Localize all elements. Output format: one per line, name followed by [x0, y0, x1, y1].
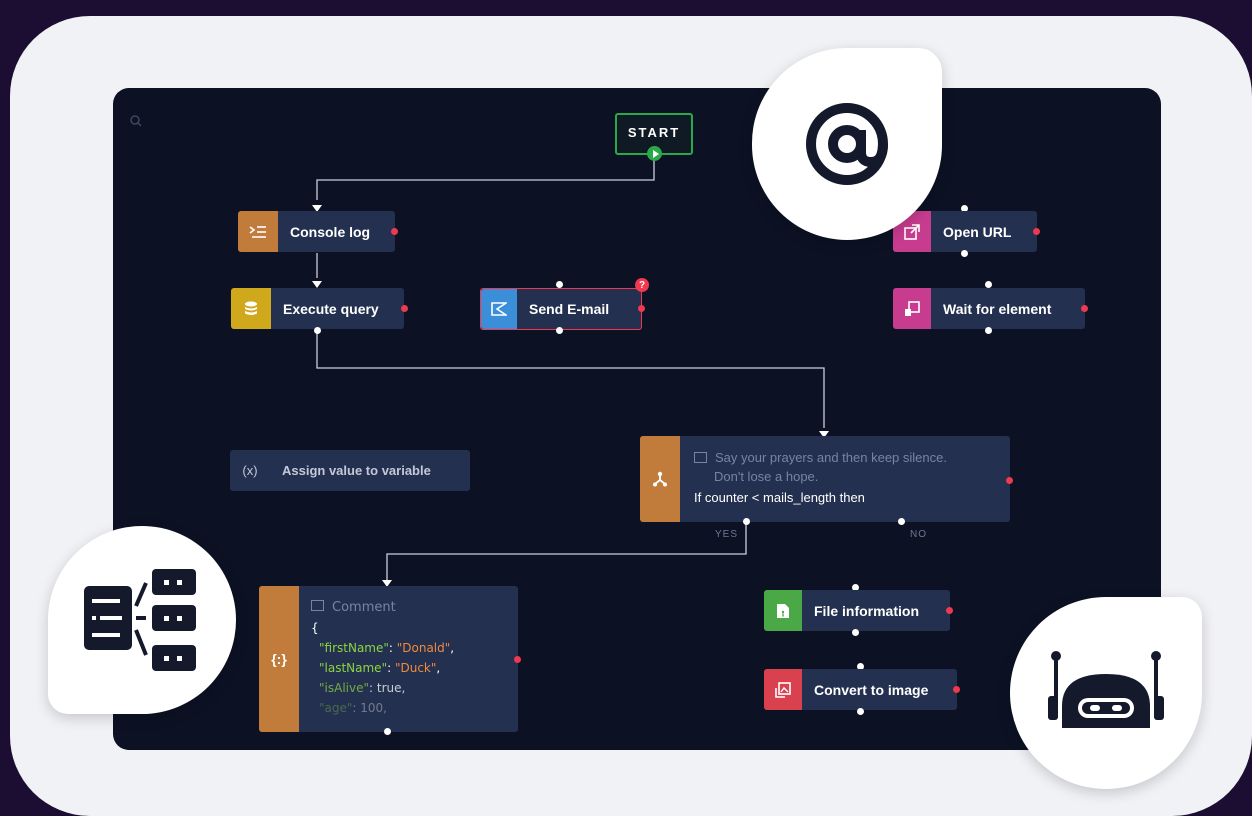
convert-image-icon	[764, 669, 802, 710]
node-label: Send E-mail	[529, 301, 610, 317]
workflow-canvas[interactable]: START Console log Execute query Send E-m…	[113, 88, 1161, 750]
bottom-port[interactable]	[857, 708, 864, 715]
execute-query-node[interactable]: Execute query	[231, 288, 404, 329]
wait-element-icon	[893, 288, 931, 329]
json-icon: {:}	[259, 586, 299, 732]
database-icon	[231, 288, 271, 329]
bottom-port[interactable]	[384, 728, 391, 735]
yes-label: YES	[715, 529, 739, 540]
play-icon[interactable]	[647, 146, 662, 161]
output-port[interactable]	[1033, 228, 1040, 235]
convert-to-image-node[interactable]: Convert to image	[764, 669, 957, 710]
node-label: Assign value to variable	[282, 463, 431, 478]
condition-node[interactable]: Say your prayers and then keep silence. …	[640, 436, 1010, 522]
console-log-node[interactable]: Console log	[238, 211, 395, 252]
arrow-icon	[312, 281, 322, 288]
input-port[interactable]	[985, 281, 992, 288]
output-port[interactable]	[946, 607, 953, 614]
output-port[interactable]	[1081, 305, 1088, 312]
node-label: Convert to image	[814, 681, 929, 698]
yes-port[interactable]	[743, 518, 750, 525]
no-label: NO	[910, 529, 927, 540]
comment-code: Comment { "firstName": "Donald", "lastNa…	[311, 598, 455, 715]
file-info-icon	[764, 590, 802, 631]
output-port[interactable]	[391, 228, 398, 235]
robot-bubble	[1010, 597, 1202, 789]
send-email-icon	[481, 289, 517, 329]
comment-title: Comment	[311, 598, 454, 618]
workflow-icon	[84, 569, 196, 671]
wait-for-element-node[interactable]: Wait for element	[893, 288, 1085, 329]
output-port[interactable]	[953, 686, 960, 693]
node-label: Wait for element	[943, 300, 1052, 317]
condition-expression: If counter < mails_length then	[694, 490, 865, 505]
input-port[interactable]	[556, 281, 563, 288]
bottom-port[interactable]	[556, 327, 563, 334]
comment-node[interactable]: {:} Comment { "firstName": "Donald", "la…	[259, 586, 518, 732]
comment-icon	[694, 452, 707, 463]
output-port[interactable]	[514, 656, 521, 663]
open-url-node[interactable]: Open URL	[893, 211, 1037, 252]
output-port[interactable]	[1006, 477, 1013, 484]
node-label: Console log	[290, 223, 371, 240]
bottom-port[interactable]	[961, 250, 968, 257]
bottom-port[interactable]	[314, 327, 321, 334]
at-sign-icon	[806, 103, 888, 185]
workflow-bubble	[48, 526, 236, 714]
send-email-node[interactable]: Send E-mail	[480, 288, 642, 330]
bottom-port[interactable]	[985, 327, 992, 334]
node-label: Open URL	[943, 223, 1012, 240]
assign-variable-node[interactable]: (x) Assign value to variable	[230, 450, 470, 491]
output-port[interactable]	[638, 305, 645, 312]
error-badge[interactable]: ?	[635, 278, 649, 292]
robot-icon	[1048, 651, 1164, 728]
email-bubble	[752, 48, 942, 240]
condition-comment: Say your prayers and then keep silence. …	[694, 448, 947, 486]
file-information-node[interactable]: File information	[764, 590, 950, 631]
variable-icon: (x)	[242, 463, 258, 478]
no-port[interactable]	[898, 518, 905, 525]
node-label: Execute query	[283, 300, 379, 317]
console-icon	[238, 211, 278, 252]
node-label: File information	[814, 602, 919, 619]
output-port[interactable]	[401, 305, 408, 312]
bottom-port[interactable]	[852, 629, 859, 636]
branch-icon	[640, 436, 680, 522]
comment-icon	[311, 600, 324, 611]
